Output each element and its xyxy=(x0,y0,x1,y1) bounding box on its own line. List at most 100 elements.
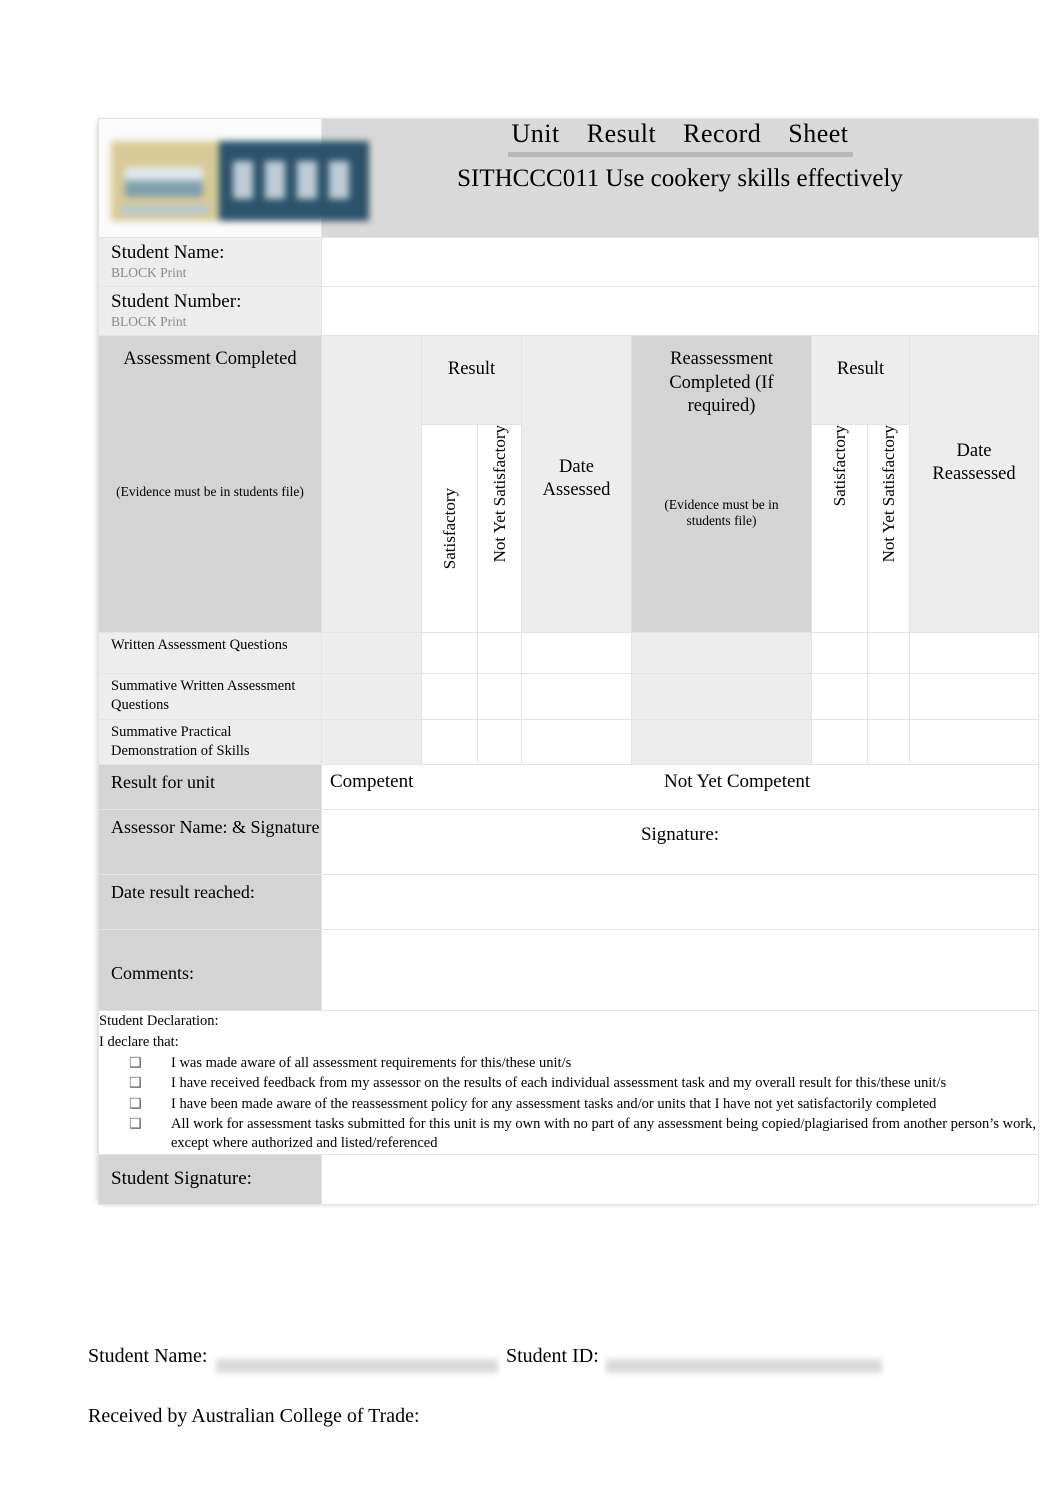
not-yet-satisfactory-2-checkbox[interactable] xyxy=(867,632,910,674)
date-reassessed-input[interactable] xyxy=(908,632,1040,674)
result-header-1-label: Result xyxy=(447,359,496,379)
list-item: ❑ All work for assessment tasks submitted… xyxy=(99,1115,1038,1153)
student-number-input[interactable] xyxy=(320,286,1040,336)
not-yet-satisfactory-1-header-cell: Not Yet Satisfactory xyxy=(477,424,522,633)
not-yet-satisfactory-2-label: Not Yet Satisfactory xyxy=(879,425,898,563)
satisfactory-2-label: Satisfactory xyxy=(830,425,849,507)
date-result-label-cell: Date result reached: xyxy=(98,874,322,931)
assessment-completed-label: Assessment Completed xyxy=(123,349,297,369)
date-assessed-label: Date Assessed xyxy=(542,457,611,501)
date-result-reached-row: Date result reached: xyxy=(98,874,1040,931)
assessment-task-label: Summative Written Assessment Questions xyxy=(111,678,296,714)
assessment-task-label-cell: Written Assessment Questions xyxy=(98,632,322,674)
page-title: Unit Result Record Sheet xyxy=(507,119,853,157)
result-for-unit-row: Result for unit Competent Not Yet Compet… xyxy=(98,764,1040,811)
footer-student-row: Student Name: Student ID: xyxy=(88,1345,988,1385)
assessment-evidence-note: (Evidence must be in students file) xyxy=(116,483,304,499)
student-signature-label-cell: Student Signature: xyxy=(98,1153,322,1205)
declaration-list: ❑ I was made aware of all assessment requ… xyxy=(99,1054,1038,1153)
footer-student-id-input[interactable] xyxy=(606,1359,882,1373)
result-header-2-label: Result xyxy=(836,359,885,379)
comments-input[interactable] xyxy=(320,929,1040,1012)
comments-label-cell: Comments: xyxy=(98,929,322,1012)
footer-student-name-input[interactable] xyxy=(216,1359,498,1373)
result-spacer-cell xyxy=(321,632,422,674)
satisfactory-1-header-cell: Satisfactory xyxy=(421,424,478,633)
declaration-intro: I declare that: xyxy=(99,1033,179,1050)
date-assessed-input[interactable] xyxy=(521,632,632,674)
satisfactory-1-checkbox[interactable] xyxy=(421,718,478,766)
student-signature-input[interactable] xyxy=(320,1153,1040,1205)
bullet-icon: ❑ xyxy=(129,1115,142,1132)
assessment-task-label-cell: Summative Practical Demonstration of Ski… xyxy=(98,718,322,766)
assessor-label-cell: Assessor Name: & Signature xyxy=(98,809,322,876)
reassessment-completed-label: Reassessment Completed (If required) xyxy=(669,349,774,417)
competent-option[interactable]: Competent xyxy=(330,771,413,793)
date-assessed-input[interactable] xyxy=(521,673,632,720)
student-name-hint: BLOCK Print xyxy=(111,264,187,280)
result-spacer-cell xyxy=(321,673,422,720)
satisfactory-2-header-cell: Satisfactory xyxy=(811,424,868,633)
student-declaration-cell: Student Declaration: I declare that: ❑ I … xyxy=(97,1010,1040,1155)
student-declaration-row: Student Declaration: I declare that: ❑ I … xyxy=(97,1010,1040,1155)
reassessment-evidence-note: (Evidence must be in students file) xyxy=(664,497,779,529)
assessor-row: Assessor Name: & Signature Signature: xyxy=(98,809,1040,876)
assessment-completed-header-cell: Assessment Completed (Evidence must be i… xyxy=(98,335,322,633)
college-logo-icon xyxy=(111,141,369,221)
student-name-label: Student Name: xyxy=(111,242,225,263)
student-name-row: Student Name: BLOCK Print xyxy=(98,237,1040,287)
satisfactory-2-checkbox[interactable] xyxy=(811,673,868,720)
student-number-hint: BLOCK Print xyxy=(111,313,187,329)
not-yet-satisfactory-2-checkbox[interactable] xyxy=(867,673,910,720)
date-result-reached-input[interactable] xyxy=(320,874,1040,931)
student-signature-label: Student Signature: xyxy=(111,1167,252,1189)
declaration-item-text: I was made aware of all assessment requi… xyxy=(171,1055,572,1072)
result-spacer-cell xyxy=(321,335,422,633)
student-name-input[interactable] xyxy=(320,237,1040,287)
declaration-item-text: All work for assessment tasks submitted … xyxy=(171,1115,1037,1151)
unit-result-record-sheet-table: Unit Result Record Sheet SITHCCC011 Use … xyxy=(97,118,1040,1205)
result-spacer-cell xyxy=(321,718,422,766)
not-yet-competent-option[interactable]: Not Yet Competent xyxy=(664,771,810,793)
not-yet-satisfactory-1-label: Not Yet Satisfactory xyxy=(490,425,509,563)
date-result-reached-label: Date result reached: xyxy=(111,882,255,903)
assessment-task-label: Summative Practical Demonstration of Ski… xyxy=(111,723,250,759)
assessment-task-label: Written Assessment Questions xyxy=(111,637,288,653)
not-yet-satisfactory-1-checkbox[interactable] xyxy=(477,673,522,720)
satisfactory-2-checkbox[interactable] xyxy=(811,718,868,766)
not-yet-satisfactory-2-checkbox[interactable] xyxy=(867,718,910,766)
table-row: Summative Written Assessment Questions xyxy=(98,673,1040,720)
matrix-group-header-row: Assessment Completed (Evidence must be i… xyxy=(98,335,1040,633)
footer-student-id-label: Student ID: xyxy=(506,1345,599,1367)
date-reassessed-label: Date Reassessed xyxy=(932,441,1016,485)
date-assessed-header-cell: Date Assessed xyxy=(521,335,632,633)
date-reassessed-input[interactable] xyxy=(908,673,1040,720)
date-assessed-input[interactable] xyxy=(521,718,632,766)
declaration-heading: Student Declaration: xyxy=(99,1013,219,1030)
student-number-label: Student Number: xyxy=(111,291,242,312)
footer-student-name-label: Student Name: xyxy=(88,1345,208,1367)
student-signature-row: Student Signature: xyxy=(98,1153,1040,1205)
assessment-task-label-cell: Summative Written Assessment Questions xyxy=(98,673,322,720)
satisfactory-2-checkbox[interactable] xyxy=(811,632,868,674)
list-item: ❑ I have been made aware of the reassessm… xyxy=(99,1095,1038,1114)
list-item: ❑ I was made aware of all assessment requ… xyxy=(99,1054,1038,1073)
comments-label: Comments: xyxy=(111,963,195,984)
reassessment-completed-header-cell: Reassessment Completed (If required) (Ev… xyxy=(631,335,812,633)
unit-title: SITHCCC011 Use cookery skills effectivel… xyxy=(457,164,903,192)
footer-received-label: Received by Australian College of Trade: xyxy=(88,1405,420,1427)
reassessment-spacer-cell xyxy=(631,673,812,720)
satisfactory-1-checkbox[interactable] xyxy=(421,632,478,674)
declaration-item-text: I have been made aware of the reassessme… xyxy=(171,1095,937,1112)
logo-cell xyxy=(98,118,369,238)
date-reassessed-input[interactable] xyxy=(908,718,1040,766)
not-yet-satisfactory-1-checkbox[interactable] xyxy=(477,632,522,674)
comments-row: Comments: xyxy=(98,929,1040,1012)
assessor-value-cell[interactable]: Signature: xyxy=(320,809,1040,876)
document-footer: Student Name: Student ID: Received by Au… xyxy=(88,1345,988,1427)
satisfactory-1-checkbox[interactable] xyxy=(421,673,478,720)
satisfactory-1-label: Satisfactory xyxy=(440,487,459,570)
document-header-row: Unit Result Record Sheet SITHCCC011 Use … xyxy=(98,118,1040,238)
not-yet-satisfactory-1-checkbox[interactable] xyxy=(477,718,522,766)
table-row: Summative Practical Demonstration of Ski… xyxy=(98,718,1040,766)
